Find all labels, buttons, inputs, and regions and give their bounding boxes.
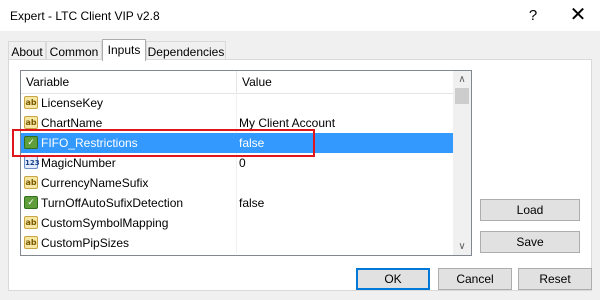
window-title: Expert - LTC Client VIP v2.8 — [10, 9, 160, 23]
save-button[interactable]: Save — [480, 231, 580, 253]
scrollbar-thumb[interactable] — [455, 88, 469, 104]
variable-name: CustomPipSizes — [41, 236, 130, 250]
variable-cell: ab CustomPipSizes — [21, 233, 237, 253]
table-row[interactable]: ab CustomSymbolMapping — [21, 213, 453, 233]
annotation-highlight-box — [12, 129, 315, 157]
table-row[interactable]: ab CurrencyNameSufix — [21, 173, 453, 193]
variable-name: TurnOffAutoSufixDetection — [41, 196, 184, 210]
ab-string-icon: ab — [24, 116, 38, 129]
table-row[interactable]: ab CustomPipSizes — [21, 233, 453, 253]
value-cell[interactable] — [237, 233, 453, 253]
tab-about[interactable]: About — [8, 41, 46, 61]
variable-name: CurrencyNameSufix — [41, 176, 149, 190]
column-header-value[interactable]: Value — [237, 71, 453, 93]
tab-inputs[interactable]: Inputs — [102, 39, 146, 61]
ok-button[interactable]: OK — [356, 268, 430, 290]
grid-header: Variable Value — [21, 71, 453, 94]
close-icon[interactable]: ✕ — [555, 0, 600, 31]
ab-string-icon: ab — [24, 176, 38, 189]
value-cell[interactable]: false — [237, 193, 453, 213]
chevron-down-icon[interactable]: ∨ — [453, 238, 471, 255]
bool-check-icon: ✓ — [24, 196, 38, 209]
variable-name: CustomSymbolMapping — [41, 216, 169, 230]
variable-cell: ab LicenseKey — [21, 93, 237, 113]
inputs-grid[interactable]: Variable Value ab LicenseKey ab ChartNam… — [20, 70, 472, 256]
cancel-button[interactable]: Cancel — [438, 268, 512, 290]
variable-cell: ✓ TurnOffAutoSufixDetection — [21, 193, 237, 213]
load-button[interactable]: Load — [480, 199, 580, 221]
reset-button[interactable]: Reset — [518, 268, 592, 290]
123-number-icon: 123 — [24, 156, 40, 169]
variable-name: LicenseKey — [41, 96, 104, 110]
ab-string-icon: ab — [24, 216, 38, 229]
value-cell[interactable] — [237, 213, 453, 233]
tab-common[interactable]: Common — [46, 41, 102, 61]
vertical-scrollbar[interactable]: ∧ ∨ — [453, 71, 471, 255]
tab-dependencies[interactable]: Dependencies — [146, 41, 226, 61]
table-row[interactable]: ✓ TurnOffAutoSufixDetection false — [21, 193, 453, 213]
column-header-variable[interactable]: Variable — [21, 71, 237, 93]
table-row[interactable]: ab LicenseKey — [21, 93, 453, 113]
variable-cell: ab CurrencyNameSufix — [21, 173, 237, 193]
chevron-up-icon[interactable]: ∧ — [453, 71, 471, 88]
help-icon[interactable]: ? — [510, 0, 556, 31]
value-cell[interactable] — [237, 93, 453, 113]
value-cell[interactable] — [237, 173, 453, 193]
title-bar: Expert - LTC Client VIP v2.8 ? ✕ — [0, 0, 600, 31]
variable-cell: ab CustomSymbolMapping — [21, 213, 237, 233]
ab-string-icon: ab — [24, 96, 38, 109]
ab-string-icon: ab — [24, 236, 38, 249]
